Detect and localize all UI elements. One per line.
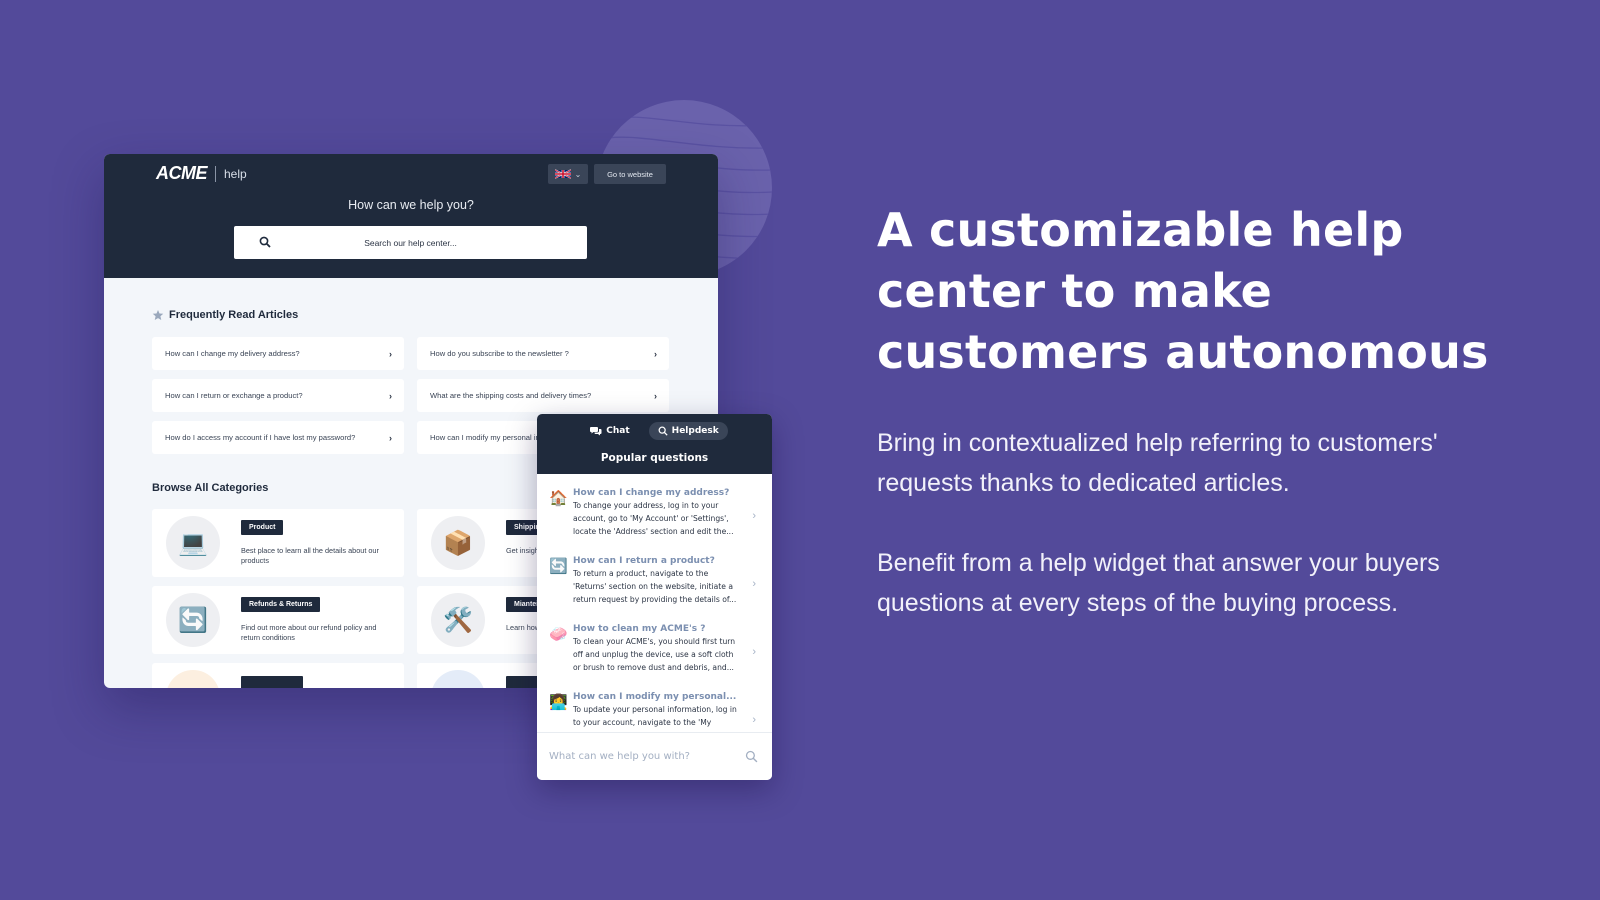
question-excerpt: To change your address, log in to your a… xyxy=(573,501,734,536)
article-link[interactable]: How can I change my delivery address? › xyxy=(152,337,404,370)
tab-chat-label: Chat xyxy=(606,426,630,436)
tab-helpdesk[interactable]: Helpdesk xyxy=(648,422,728,440)
question-title: How can I return a product? xyxy=(573,556,715,566)
search-icon[interactable] xyxy=(745,750,758,763)
person-laptop-icon: 👩‍💻 xyxy=(549,694,568,711)
chevron-right-icon: › xyxy=(389,432,392,443)
frequently-read-label: Frequently Read Articles xyxy=(169,309,299,321)
browse-categories-title: Browse All Categories xyxy=(152,482,269,494)
article-link[interactable]: How do you subscribe to the newsletter ?… xyxy=(417,337,669,370)
chevron-right-icon: › xyxy=(654,390,657,401)
category-card[interactable] xyxy=(152,663,404,688)
article-link[interactable]: What are the shipping costs and delivery… xyxy=(417,379,669,412)
help-widget: Chat Helpdesk Popular questions 🏠 How ca… xyxy=(537,414,772,780)
tab-helpdesk-label: Helpdesk xyxy=(671,426,719,436)
star-icon xyxy=(152,310,164,320)
widget-header: Chat Helpdesk Popular questions xyxy=(537,414,772,474)
help-center-search-input[interactable]: Search our help center... xyxy=(234,226,587,259)
category-badge: Refunds & Returns xyxy=(241,597,321,612)
question-title: How to clean my ACME's ? xyxy=(573,624,706,634)
house-icon: 🏠 xyxy=(549,490,568,507)
chat-bubbles-icon xyxy=(590,427,602,436)
logo-acme: ACME xyxy=(156,163,208,183)
widget-search-input[interactable] xyxy=(549,751,729,762)
chevron-right-icon: › xyxy=(752,578,756,590)
language-selector[interactable]: ⌄ xyxy=(548,164,588,184)
article-title: What are the shipping costs and delivery… xyxy=(430,391,592,400)
help-center-header: ACME help ⌄ Go to website How can we hel… xyxy=(104,154,718,278)
category-icon xyxy=(431,670,485,688)
popular-question-item[interactable]: 🧼 How to clean my ACME's ? To clean your… xyxy=(537,620,772,688)
widget-tabs: Chat Helpdesk xyxy=(537,422,772,440)
question-excerpt: To clean your ACME's, you should first t… xyxy=(573,637,736,672)
refresh-icon: 🔄 xyxy=(166,593,220,647)
tab-chat[interactable]: Chat xyxy=(581,422,638,440)
category-card-product[interactable]: 💻 Product Best place to learn all the de… xyxy=(152,509,404,577)
search-icon xyxy=(658,426,668,436)
uk-flag-icon xyxy=(554,169,571,179)
popular-question-item[interactable]: 🏠 How can I change my address? To change… xyxy=(537,484,772,552)
question-title: How can I change my address? xyxy=(573,488,730,498)
widget-search-bar xyxy=(537,732,772,780)
logo-help-label: help xyxy=(224,166,247,181)
category-badge xyxy=(241,676,303,688)
category-card-refunds[interactable]: 🔄 Refunds & Returns Find out more about … xyxy=(152,586,404,654)
logo[interactable]: ACME help xyxy=(156,163,247,184)
go-to-website-button[interactable]: Go to website xyxy=(594,164,666,184)
tools-icon: 🛠️ xyxy=(431,593,485,647)
chevron-right-icon: › xyxy=(752,714,756,726)
category-icon xyxy=(166,670,220,688)
article-title: How can I return or exchange a product? xyxy=(165,391,303,400)
package-icon: 📦 xyxy=(431,516,485,570)
popular-questions-list: 🏠 How can I change my address? To change… xyxy=(537,474,772,756)
article-link[interactable]: How can I return or exchange a product? › xyxy=(152,379,404,412)
search-icon xyxy=(259,236,271,248)
category-description: Best place to learn all the details abou… xyxy=(241,546,379,565)
chevron-right-icon: › xyxy=(752,646,756,658)
headline: A customizable help center to make custo… xyxy=(877,203,1489,379)
chevron-right-icon: › xyxy=(654,348,657,359)
chevron-right-icon: › xyxy=(752,510,756,522)
soap-icon: 🧼 xyxy=(549,626,568,643)
chevron-right-icon: › xyxy=(389,348,392,359)
question-excerpt: To return a product, navigate to the 'Re… xyxy=(573,569,737,604)
category-description: Find out more about our refund policy an… xyxy=(241,623,377,642)
frequently-read-title: Frequently Read Articles xyxy=(152,309,298,321)
popular-question-item[interactable]: 🔄 How can I return a product? To return … xyxy=(537,552,772,620)
paragraph-help-widget: Benefit from a help widget that answer y… xyxy=(877,549,1440,617)
question-title: How can I modify my personal... xyxy=(573,692,737,702)
widget-title: Popular questions xyxy=(600,452,709,464)
article-title: How do you subscribe to the newsletter ? xyxy=(430,349,569,358)
article-title: How do I access my account if I have los… xyxy=(165,433,356,442)
chevron-down-icon: ⌄ xyxy=(574,169,582,179)
refresh-icon: 🔄 xyxy=(549,558,568,575)
paragraph-contextual-help: Bring in contextualized help referring t… xyxy=(877,429,1438,497)
hero-title: How can we help you? xyxy=(348,198,474,212)
laptop-icon: 💻 xyxy=(166,516,220,570)
category-badge: Product xyxy=(241,520,284,535)
article-title: How can I change my delivery address? xyxy=(165,349,300,358)
article-link[interactable]: How do I access my account if I have los… xyxy=(152,421,404,454)
logo-separator xyxy=(215,165,216,182)
chevron-right-icon: › xyxy=(389,390,392,401)
search-placeholder: Search our help center... xyxy=(364,237,457,248)
marketing-copy: A customizable help center to make custo… xyxy=(877,200,1497,623)
